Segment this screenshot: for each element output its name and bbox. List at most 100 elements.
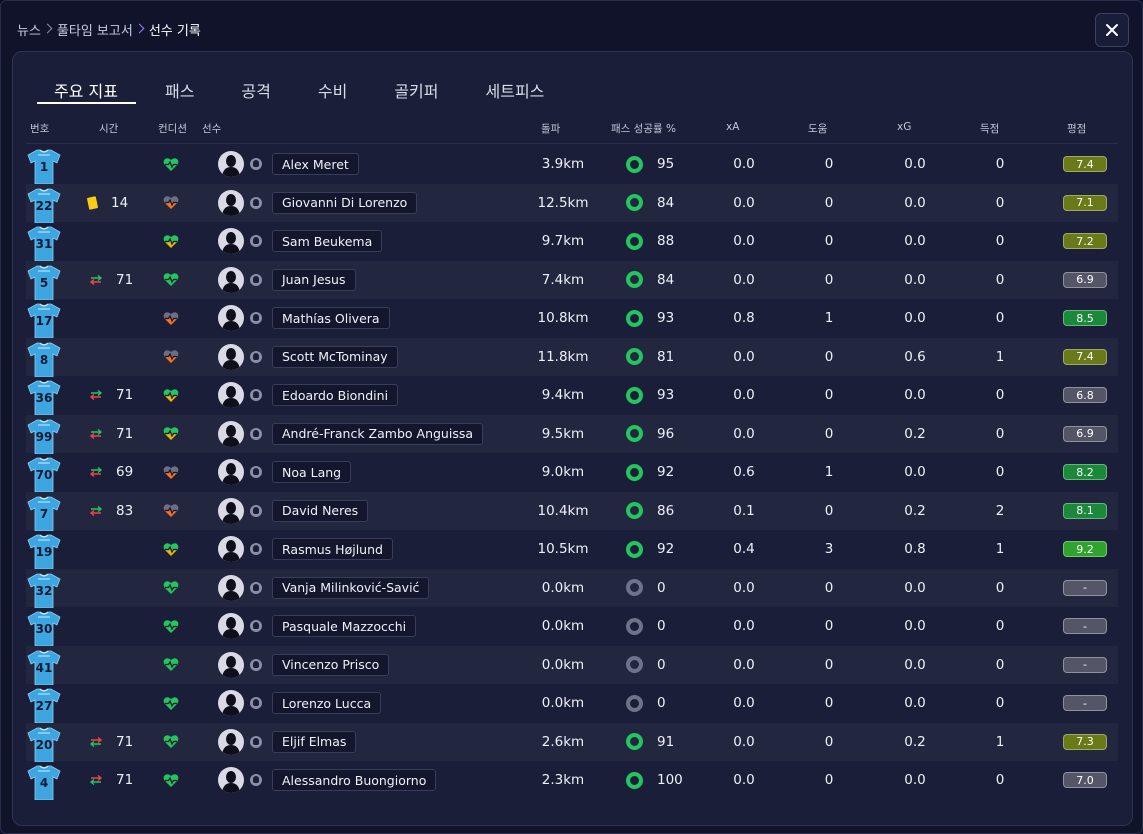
pass-cell: 93	[626, 299, 696, 338]
tab-passing[interactable]: 패스	[165, 78, 194, 102]
table-row[interactable]: 1 Alex Meret 3.9km 95 0.0 0 0.0 0 7.4	[26, 145, 1118, 185]
player-name[interactable]: Vincenzo Prisco	[272, 653, 390, 676]
table-row[interactable]: 22 14 Giovanni Di Lorenzo 12.5km 84 0.0 …	[26, 183, 1118, 223]
col-condition[interactable]: 컨디션	[158, 121, 187, 136]
shirt-number: 19	[35, 545, 53, 559]
pass-cell: 84	[626, 184, 696, 223]
tab-set-pieces[interactable]: 세트피스	[486, 78, 545, 102]
player-name[interactable]: Vanja Milinković-Savić	[272, 576, 430, 599]
distance-value: 0.0km	[541, 579, 585, 596]
col-xa[interactable]: xA	[726, 121, 739, 133]
player-name[interactable]: David Neres	[272, 499, 369, 522]
xa-value: 0.0	[733, 271, 755, 288]
col-xg[interactable]: xG	[897, 121, 911, 133]
player-name[interactable]: Edoardo Biondini	[272, 384, 399, 407]
col-goals[interactable]: 득점	[980, 121, 999, 136]
table-row[interactable]: 5 71 Juan Jesus 7.4km 84 0.0 0 0.0 0 6.9	[26, 260, 1118, 300]
rating-cell: -	[1063, 646, 1107, 685]
xg-value: 0.2	[904, 733, 926, 750]
player-cell: Pasquale Mazzocchi	[218, 607, 417, 646]
table-row[interactable]: 19 Rasmus Højlund 10.5km 92 0.4 3 0.8 1 …	[26, 530, 1118, 570]
table-row[interactable]: 7 83 David Neres 10.4km 86 0.1 0 0.2 2 8…	[26, 491, 1118, 531]
close-button[interactable]	[1095, 13, 1129, 47]
player-name[interactable]: Scott McTominay	[272, 345, 398, 368]
rating-cell: 7.3	[1063, 723, 1107, 762]
xg-value: 0.2	[904, 502, 926, 519]
shirt-icon: 22	[26, 187, 62, 223]
player-avatar	[218, 266, 244, 293]
table-row[interactable]: 32 Vanja Milinković-Savić 0.0km 0 0.0 0 …	[26, 568, 1118, 608]
tab-key-stats[interactable]: 주요 지표	[37, 78, 136, 104]
player-name[interactable]: Juan Jesus	[272, 268, 356, 291]
pass-cell: 91	[626, 723, 696, 762]
nationality-icon	[250, 350, 262, 363]
player-name[interactable]: Noa Lang	[272, 461, 352, 484]
time-cell: 71	[88, 376, 138, 415]
table-row[interactable]: 31 Sam Beukema 9.7km 88 0.0 0 0.0 0 7.2	[26, 222, 1118, 262]
player-name[interactable]: André-Franck Zambo Anguissa	[272, 422, 484, 445]
table-row[interactable]: 4 71 Alessandro Buongiorno 2.3km 100 0.0…	[26, 761, 1118, 801]
pass-pct-value: 0	[657, 695, 666, 712]
time-cell	[88, 299, 138, 338]
player-name[interactable]: Eljif Elmas	[272, 730, 357, 753]
tab-goalkeeper[interactable]: 골키퍼	[394, 78, 438, 102]
tab-attack[interactable]: 공격	[241, 78, 270, 102]
col-distance[interactable]: 돌파	[541, 121, 560, 136]
table-row[interactable]: 27 Lorenzo Lucca 0.0km 0 0.0 0 0.0 0 -	[26, 684, 1118, 724]
col-time[interactable]: 시간	[99, 121, 118, 136]
col-rating[interactable]: 평점	[1067, 121, 1086, 136]
distance-value: 2.6km	[541, 733, 585, 750]
shirt-icon: 36	[26, 379, 62, 416]
rating-badge: -	[1063, 579, 1107, 596]
nationality-icon	[250, 196, 262, 209]
table-row[interactable]: 99 71 André-Franck Zambo Anguissa 9.5km …	[26, 414, 1118, 454]
distance-value: 10.8km	[537, 310, 589, 327]
player-name[interactable]: Pasquale Mazzocchi	[272, 615, 417, 638]
player-avatar	[218, 574, 244, 601]
pass-cell: 0	[626, 684, 696, 723]
table-row[interactable]: 36 71 Edoardo Biondini 9.4km 93 0.0 0 0.…	[26, 376, 1118, 416]
rating-badge: 7.3	[1063, 733, 1107, 750]
rating-cell: 7.4	[1063, 145, 1107, 184]
pass-pct-value: 91	[657, 733, 675, 750]
player-name[interactable]: Sam Beukema	[272, 230, 383, 253]
xa-value: 0.0	[733, 618, 755, 635]
goals-value: 0	[995, 425, 1005, 442]
pass-pct-value: 92	[657, 541, 675, 558]
table-row[interactable]: 20 71 Eljif Elmas 2.6km 91 0.0 0 0.2 1 7…	[26, 722, 1118, 762]
player-name[interactable]: Giovanni Di Lorenzo	[272, 191, 418, 214]
table-row[interactable]: 70 69 Noa Lang 9.0km 92 0.6 1 0.0 0 8.2	[26, 453, 1118, 493]
col-number[interactable]: 번호	[30, 121, 49, 136]
table-row[interactable]: 8 Scott McTominay 11.8km 81 0.0 0 0.6 1 …	[26, 337, 1118, 377]
assists-value: 1	[824, 464, 834, 481]
pass-ring-icon	[626, 502, 643, 520]
breadcrumb-fulltime-report[interactable]: 풀타임 보고서	[57, 20, 133, 39]
col-assists[interactable]: 도움	[808, 121, 827, 136]
nationality-icon	[250, 504, 262, 517]
player-name[interactable]: Alessandro Buongiorno	[272, 769, 437, 792]
player-name[interactable]: Rasmus Højlund	[272, 538, 393, 561]
col-pass-pct[interactable]: 패스 성공률 %	[611, 121, 676, 136]
substitution-icon	[88, 505, 104, 516]
table-row[interactable]: 41 Vincenzo Prisco 0.0km 0 0.0 0 0.0 0 -	[26, 645, 1118, 685]
nationality-icon	[250, 427, 262, 440]
shirt-icon: 7	[26, 495, 62, 531]
rating-badge: 7.2	[1063, 233, 1107, 250]
table-row[interactable]: 17 Mathías Olivera 10.8km 93 0.8 1 0.0 0…	[26, 299, 1118, 339]
pass-cell: 92	[626, 453, 696, 492]
player-name[interactable]: Alex Meret	[272, 153, 359, 176]
shirt-icon: 27	[26, 687, 62, 724]
breadcrumb-news[interactable]: 뉴스	[17, 20, 41, 39]
pass-cell: 0	[626, 607, 696, 646]
col-player[interactable]: 선수	[202, 121, 221, 136]
player-name[interactable]: Lorenzo Lucca	[272, 692, 382, 715]
pass-ring-icon	[626, 733, 643, 751]
assists-value: 3	[824, 541, 834, 558]
xg-value: 0.0	[904, 656, 926, 673]
table-row[interactable]: 30 Pasquale Mazzocchi 0.0km 0 0.0 0 0.0 …	[26, 607, 1118, 647]
pass-ring-icon	[626, 155, 643, 173]
time-cell: 69	[88, 453, 138, 492]
tab-defense[interactable]: 수비	[318, 78, 347, 102]
substitution-icon	[88, 736, 104, 747]
player-name[interactable]: Mathías Olivera	[272, 307, 390, 330]
